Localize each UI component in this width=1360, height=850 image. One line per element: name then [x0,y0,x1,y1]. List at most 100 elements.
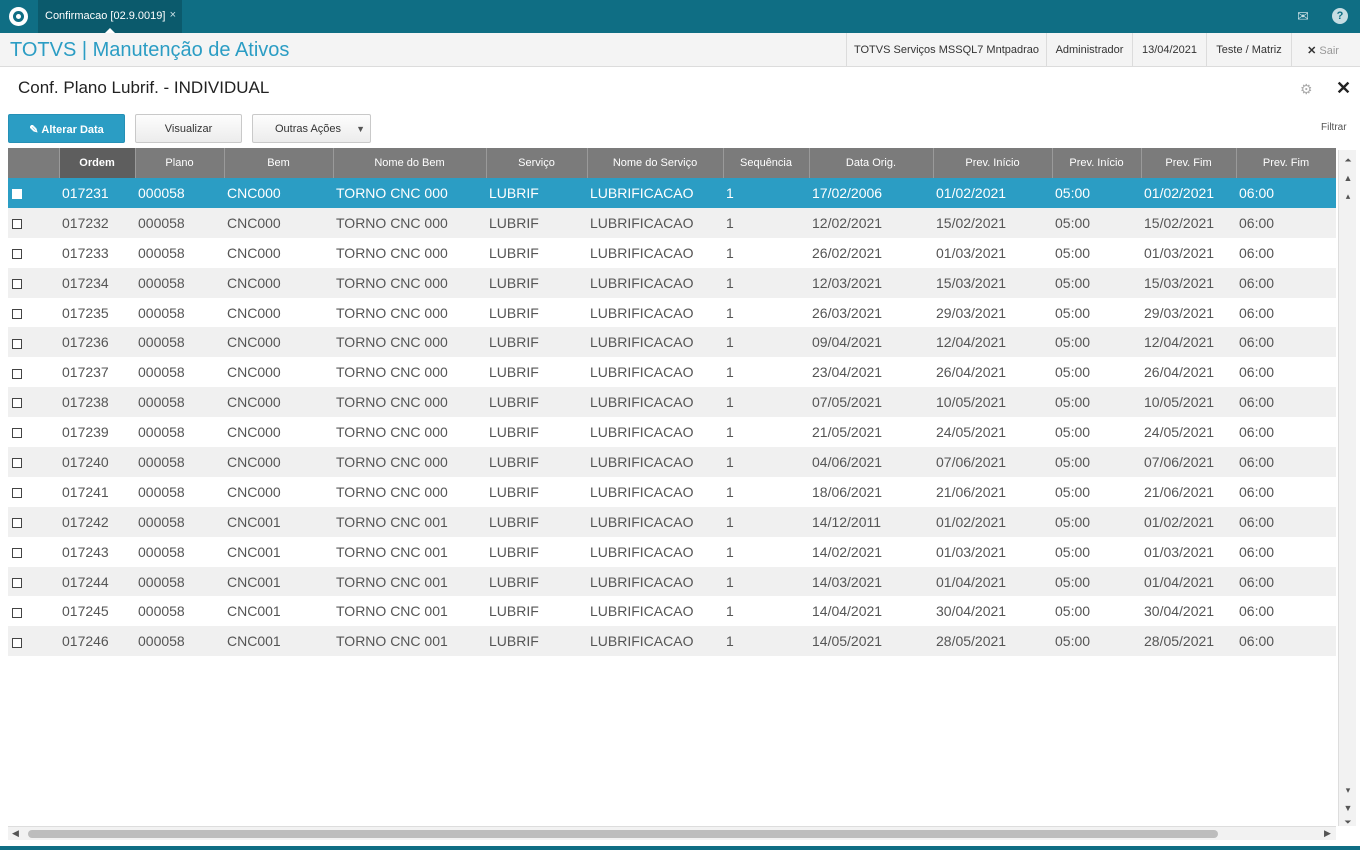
scroll-page-down-icon[interactable]: ▼ [1342,802,1354,814]
column-header-9[interactable]: Prev. Início [933,148,1053,178]
row-checkbox[interactable] [12,607,22,618]
column-header-1[interactable]: Ordem [59,148,136,178]
table-row[interactable]: 017246 000058 CNC001 TORNO CNC 001 LUBRIF LUB… [8,626,1336,657]
table-cell: TORNO CNC 001 [333,596,486,627]
table-cell: 06:00 [1236,387,1336,418]
column-header-4[interactable]: Nome do Bem [333,148,487,178]
gear-icon[interactable]: ⚙ [1300,81,1313,98]
table-cell: CNC001 [224,506,333,537]
row-checkbox-cell[interactable] [8,476,59,507]
row-checkbox[interactable] [12,458,22,469]
column-header-2[interactable]: Plano [135,148,225,178]
table-row[interactable]: 017236 000058 CNC000 TORNO CNC 000 LUBRIF LUB… [8,327,1336,358]
scroll-right-icon[interactable]: ▶ [1324,828,1331,839]
row-checkbox-cell[interactable] [8,267,59,298]
table-row[interactable]: 017240 000058 CNC000 TORNO CNC 000 LUBRIF LUB… [8,447,1336,477]
table-cell: 01/02/2021 [933,506,1052,537]
outras-acoes-button[interactable]: Outras Ações ▼ [252,114,371,143]
row-checkbox-cell[interactable] [8,626,59,657]
row-checkbox[interactable] [12,219,22,230]
table-row[interactable]: 017245 000058 CNC001 TORNO CNC 001 LUBRIF LUB… [8,596,1336,627]
table-row[interactable]: 017235 000058 CNC000 TORNO CNC 000 LUBRIF LUB… [8,297,1336,328]
tab-close-icon[interactable]: × [170,9,176,21]
totvs-logo-icon[interactable] [9,7,28,26]
column-header-12[interactable]: Prev. Fim [1236,148,1336,178]
table-cell: 1 [723,267,809,298]
row-checkbox-cell[interactable] [8,566,59,597]
table-row[interactable]: 017233 000058 CNC000 TORNO CNC 000 LUBRIF LUB… [8,237,1336,268]
table-row[interactable]: 017243 000058 CNC001 TORNO CNC 001 LUBRIF LUB… [8,536,1336,567]
row-checkbox[interactable] [12,577,22,588]
table-cell: 1 [723,357,809,388]
row-checkbox-cell[interactable] [8,357,59,388]
tab-confirmacao[interactable]: Confirmacao [02.9.0019] × [38,0,182,34]
scroll-left-icon[interactable]: ◀ [12,828,19,839]
horizontal-scrollbar[interactable]: ◀ ▶ [8,826,1336,840]
table-row[interactable]: 017242 000058 CNC001 TORNO CNC 001 LUBRIF LUB… [8,506,1336,537]
filter-link[interactable]: Filtrar [1321,122,1347,133]
table-row[interactable]: 017234 000058 CNC000 TORNO CNC 000 LUBRIF LUB… [8,267,1336,298]
table-cell: 000058 [135,506,224,537]
column-header-3[interactable]: Bem [224,148,334,178]
row-checkbox-cell[interactable] [8,596,59,627]
row-checkbox[interactable] [12,278,22,289]
row-checkbox[interactable] [12,189,22,200]
table-cell: 05:00 [1052,506,1141,537]
table-cell: TORNO CNC 001 [333,566,486,597]
vertical-scrollbar[interactable]: ⏶ ▲ ▴ ▾ ▼ ⏷ [1338,150,1356,828]
row-checkbox[interactable] [12,398,22,409]
column-header-0[interactable] [8,148,60,178]
scroll-bottom-icon[interactable]: ⏷ [1342,816,1354,828]
row-checkbox[interactable] [12,428,22,439]
row-checkbox-cell[interactable] [8,327,59,358]
row-checkbox-cell[interactable] [8,447,59,477]
row-checkbox[interactable] [12,547,22,558]
row-checkbox-cell[interactable] [8,237,59,268]
column-header-5[interactable]: Serviço [486,148,588,178]
visualizar-button[interactable]: Visualizar [135,114,242,143]
logout-button[interactable]: ✕ Sair [1291,33,1354,67]
table-row[interactable]: 017239 000058 CNC000 TORNO CNC 000 LUBRIF LUB… [8,417,1336,448]
table-cell: 14/05/2021 [809,626,933,657]
row-checkbox[interactable] [12,338,22,349]
scroll-down-icon[interactable]: ▾ [1342,784,1354,796]
row-checkbox[interactable] [12,488,22,499]
table-row[interactable]: 017237 000058 CNC000 TORNO CNC 000 LUBRIF LUB… [8,357,1336,388]
table-row[interactable]: 017232 000058 CNC000 TORNO CNC 000 LUBRIF LUB… [8,207,1336,238]
column-header-10[interactable]: Prev. Início [1052,148,1142,178]
company-info[interactable]: Teste / Matriz [1206,33,1291,67]
close-icon[interactable]: ✕ [1336,78,1351,99]
row-checkbox[interactable] [12,368,22,379]
row-checkbox-cell[interactable] [8,536,59,567]
help-icon[interactable]: ? [1332,8,1348,24]
column-header-8[interactable]: Data Orig. [809,148,934,178]
mail-icon[interactable]: ✉ [1295,8,1311,24]
row-checkbox[interactable] [12,518,22,529]
table-row[interactable]: 017241 000058 CNC000 TORNO CNC 000 LUBRIF LUB… [8,476,1336,507]
row-checkbox[interactable] [12,308,22,319]
column-header-11[interactable]: Prev. Fim [1141,148,1237,178]
row-checkbox-cell[interactable] [8,207,59,238]
row-checkbox-cell[interactable] [8,387,59,418]
row-checkbox-cell[interactable] [8,417,59,448]
alterar-data-button[interactable]: ✎ Alterar Data [8,114,125,143]
table-cell: LUBRIFICACAO [587,566,723,597]
bottom-border [0,846,1360,850]
row-checkbox-cell[interactable] [8,506,59,537]
row-checkbox-cell[interactable] [8,178,59,208]
horizontal-scroll-thumb[interactable] [28,830,1218,838]
column-header-6[interactable]: Nome do Serviço [587,148,724,178]
scroll-page-up-icon[interactable]: ▲ [1342,172,1354,184]
table-cell: LUBRIF [486,566,587,597]
table-row[interactable]: 017231 000058 CNC000 TORNO CNC 000 LUBRIF LUB… [8,178,1336,208]
table-cell: 000058 [135,267,224,298]
row-checkbox-cell[interactable] [8,297,59,328]
row-checkbox[interactable] [12,637,22,648]
column-header-7[interactable]: Sequência [723,148,810,178]
row-checkbox[interactable] [12,249,22,260]
table-row[interactable]: 017244 000058 CNC001 TORNO CNC 001 LUBRIF LUB… [8,566,1336,597]
scroll-top-icon[interactable]: ⏶ [1342,154,1354,166]
table-row[interactable]: 017238 000058 CNC000 TORNO CNC 000 LUBRIF LUB… [8,387,1336,418]
table-cell: 05:00 [1052,178,1141,208]
scroll-up-icon[interactable]: ▴ [1342,190,1354,202]
